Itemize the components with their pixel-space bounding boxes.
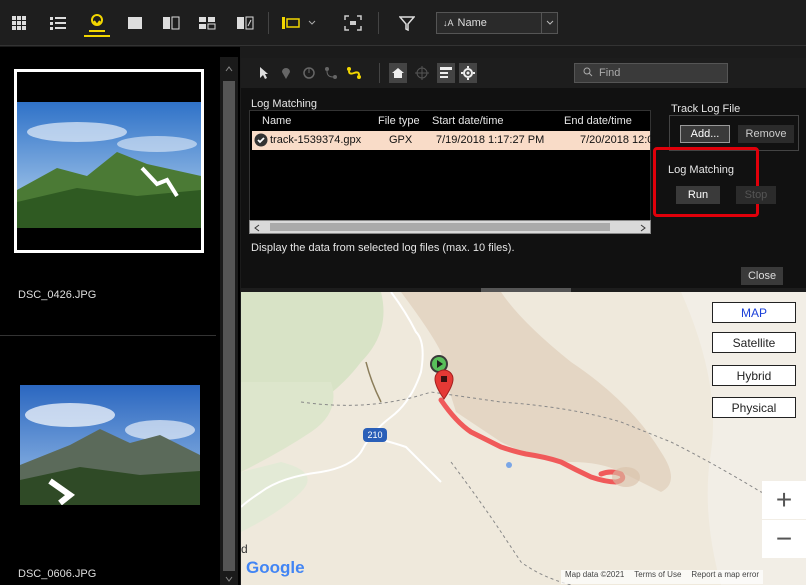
stop-button[interactable]: Stop [736,186,776,204]
thumbnail-pane: DSC_0426.JPG DSC_0606.JPG [0,47,240,585]
map-layers-icon[interactable] [437,63,455,83]
thumbnail-filename: DSC_0426.JPG [18,289,97,301]
terms-link[interactable]: Terms of Use [634,570,681,584]
table-horizontal-scrollbar[interactable] [249,220,651,234]
map-type-map-button[interactable]: MAP [712,302,796,323]
column-header[interactable]: End date/time [564,115,632,127]
column-header[interactable]: File type [378,115,420,127]
table-cell-start: 7/19/2018 1:17:27 PM [436,134,545,146]
find-input[interactable]: Find [574,63,728,83]
checkmark-icon[interactable] [254,133,268,150]
log-file-table: Name File type Start date/time End date/… [249,110,654,230]
thumbnail-filename: DSC_0606.JPG [18,568,97,580]
run-button[interactable]: Run [676,186,720,204]
crosshair-icon[interactable] [413,63,431,83]
track-log-icon[interactable] [345,63,363,83]
mountain-photo [17,72,201,250]
log-matching-highlight-box: Log Matching Run Stop [653,147,776,217]
remove-button[interactable]: Remove [738,125,794,143]
log-matching-title: Log Matching [251,98,318,110]
close-button[interactable]: Close [741,267,783,285]
thumbnail-scrollbar[interactable] [220,57,238,585]
log-matching-group-title: Log Matching [668,164,735,176]
mountain-photo [20,385,200,505]
toolbar-divider [378,12,379,34]
single-view-icon[interactable] [124,11,146,35]
chevron-right-icon[interactable] [640,223,646,235]
toolbar-divider [379,63,380,83]
compare-view-icon[interactable] [160,11,182,35]
table-cell-type: GPX [389,134,413,146]
pointer-icon[interactable] [257,63,271,83]
map-attribution: Map data ©2021 Terms of Use Report a map… [561,570,763,584]
track-log-file-title: Track Log File [671,103,741,115]
filter-icon[interactable] [396,11,418,35]
table-cell-end: 7/20/2018 12:0 [580,134,654,146]
log-matching-panel: Find Log Matching Name File type Start d… [241,58,806,290]
map-view-icon[interactable] [84,11,110,37]
sort-label: Name [457,17,487,29]
thumbnail-selected[interactable] [14,69,204,253]
description-text: Display the data from selected log files… [251,242,515,254]
sort-dropdown[interactable]: ↓A Name [436,12,558,34]
four-up-view-icon[interactable] [196,11,218,35]
grid-view-icon[interactable] [8,11,30,35]
chevron-down-icon[interactable] [541,13,557,33]
track-log-file-group: Add... Remove [669,115,799,151]
location-pin-icon[interactable] [433,368,455,403]
map-type-physical-button[interactable]: Physical [712,397,796,418]
scrollbar-thumb[interactable] [270,223,610,231]
find-placeholder: Find [599,67,621,79]
column-header[interactable]: Name [262,115,291,127]
map-view[interactable]: 210 MAP Satellite Hybrid Physical + − d … [241,292,806,585]
map-toolbar: Find [241,58,806,88]
zoom-out-button[interactable]: − [762,520,806,558]
report-error-link[interactable]: Report a map error [691,570,759,584]
toolbar-divider [268,12,269,34]
add-button[interactable]: Add... [680,125,730,143]
sort-az-icon: ↓A [443,18,454,28]
road-shield: 210 [363,428,387,442]
map-type-hybrid-button[interactable]: Hybrid [712,365,796,386]
chevron-up-icon[interactable] [225,63,233,75]
zoom-in-button[interactable]: + [762,481,806,519]
table-row[interactable]: track-1539374.gpx GPX 7/19/2018 1:17:27 … [252,131,654,150]
gear-icon[interactable] [459,63,477,83]
before-after-view-icon[interactable] [234,11,256,35]
map-edge-glyph: d [241,542,248,556]
chevron-left-icon[interactable] [254,223,260,235]
filmstrip-layout-icon[interactable] [280,11,320,35]
route-icon[interactable] [323,63,339,83]
chevron-down-icon[interactable] [225,573,233,585]
google-logo: Google [246,558,305,577]
table-cell-name: track-1539374.gpx [270,134,362,146]
scrollbar-thumb[interactable] [223,81,235,571]
map-type-satellite-button[interactable]: Satellite [712,332,796,353]
main-toolbar: ↓A Name [0,0,806,46]
column-header[interactable]: Start date/time [432,115,504,127]
direction-icon[interactable] [301,63,317,83]
home-icon[interactable] [389,63,407,83]
map-data-label: Map data ©2021 [565,570,625,579]
location-pin-icon[interactable] [279,63,293,83]
list-view-icon[interactable] [46,11,70,35]
thumbnail-divider [0,335,216,336]
full-screen-icon[interactable] [342,11,364,35]
search-icon [583,67,593,80]
thumbnail[interactable] [20,385,200,505]
